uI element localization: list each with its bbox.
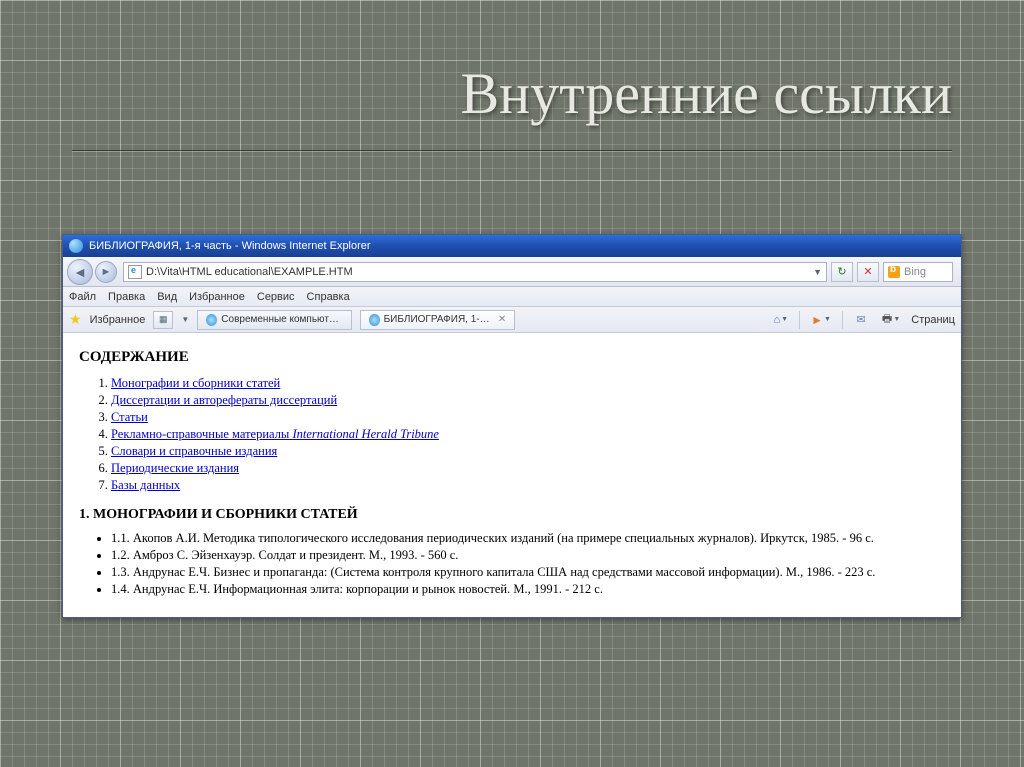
toolbar-divider: [799, 311, 800, 329]
page-menu-label[interactable]: Страниц: [911, 314, 955, 326]
favorites-bar: ★ Избранное ▦ ▼ Современные компьютерн..…: [63, 307, 961, 333]
toc-link-7[interactable]: Базы данных: [111, 478, 180, 492]
refresh-button[interactable]: ↻: [831, 262, 853, 282]
ie-tab-icon: [206, 314, 217, 326]
bibliography-item: 1.1. Акопов А.И. Методика типологическог…: [111, 531, 945, 546]
toc-item: Монографии и сборники статей: [111, 376, 945, 391]
bibliography-item: 1.4. Андрунас Е.Ч. Информационная элита:…: [111, 582, 945, 597]
printer-icon: 🖶: [882, 310, 892, 329]
chevron-down-icon[interactable]: ▼: [893, 316, 900, 323]
contents-heading: СОДЕРЖАНИЕ: [79, 349, 945, 366]
ie-tab-icon: [369, 314, 379, 326]
forward-button[interactable]: ►: [95, 261, 117, 283]
menu-favorites[interactable]: Избранное: [189, 291, 245, 303]
quicktabs-button[interactable]: ▦: [153, 311, 173, 329]
mail-button[interactable]: ✉: [851, 310, 871, 330]
toc-link-6[interactable]: Периодические издания: [111, 461, 239, 475]
tab-close-icon[interactable]: ✕: [498, 314, 506, 325]
browser-window: БИБЛИОГРАФИЯ, 1-я часть - Windows Intern…: [62, 234, 962, 618]
menu-bar: Файл Правка Вид Избранное Сервис Справка: [63, 287, 961, 307]
print-button[interactable]: 🖶 ▼: [879, 310, 903, 330]
chevron-down-icon[interactable]: ▼: [824, 316, 831, 323]
nav-toolbar: ◄ ► D:\Vita\HTML educational\EXAMPLE.HTM…: [63, 257, 961, 287]
refresh-icon: ↻: [837, 265, 846, 278]
tab-bg-label: Современные компьютерн...: [221, 314, 343, 325]
toc-link-2[interactable]: Диссертации и авторефераты диссертаций: [111, 393, 337, 407]
close-icon: ✕: [863, 265, 872, 278]
grid-icon: ▦: [159, 314, 168, 325]
tab-background[interactable]: Современные компьютерн...: [197, 310, 352, 330]
star-icon[interactable]: ★: [69, 311, 82, 328]
address-text: D:\Vita\HTML educational\EXAMPLE.HTM: [146, 266, 353, 278]
bibliography-item: 1.3. Андрунас Е.Ч. Бизнес и пропаганда: …: [111, 565, 945, 580]
toc-link-5[interactable]: Словари и справочные издания: [111, 444, 277, 458]
toc-link-3[interactable]: Статьи: [111, 410, 148, 424]
menu-file[interactable]: Файл: [69, 291, 96, 303]
page-icon: [128, 265, 142, 279]
arrow-right-icon: ►: [101, 266, 112, 278]
toc-item: Периодические издания: [111, 461, 945, 476]
back-button[interactable]: ◄: [67, 259, 93, 285]
title-underline: [72, 150, 952, 152]
toc-item: Базы данных: [111, 478, 945, 493]
address-bar-wrap: D:\Vita\HTML educational\EXAMPLE.HTM ▼ ↻…: [123, 262, 953, 282]
chevron-down-icon[interactable]: ▼: [813, 267, 822, 277]
bing-icon: [888, 266, 900, 278]
toc-item: Словари и справочные издания: [111, 444, 945, 459]
section-1-heading: 1. МОНОГРАФИИ И СБОРНИКИ СТАТЕЙ: [79, 507, 945, 523]
address-bar[interactable]: D:\Vita\HTML educational\EXAMPLE.HTM ▼: [123, 262, 827, 282]
toc-link-4[interactable]: Рекламно-справочные материалы Internatio…: [111, 427, 439, 441]
rss-icon: ►: [811, 313, 823, 327]
ie-logo-icon: [69, 239, 83, 253]
tab-active[interactable]: БИБЛИОГРАФИЯ, 1-я ча... ✕: [360, 310, 515, 330]
toolbar-divider: [842, 311, 843, 329]
window-titlebar: БИБЛИОГРАФИЯ, 1-я часть - Windows Intern…: [63, 235, 961, 257]
toc-item: Статьи: [111, 410, 945, 425]
home-button[interactable]: ⌂ ▼: [771, 310, 792, 330]
menu-tools[interactable]: Сервис: [257, 291, 295, 303]
tab-active-label: БИБЛИОГРАФИЯ, 1-я ча...: [384, 314, 490, 325]
menu-help[interactable]: Справка: [307, 291, 350, 303]
menu-edit[interactable]: Правка: [108, 291, 145, 303]
toc-link-1[interactable]: Монографии и сборники статей: [111, 376, 280, 390]
chevron-down-icon[interactable]: ▼: [181, 315, 189, 324]
toc-item: Рекламно-справочные материалы Internatio…: [111, 427, 945, 442]
mail-icon: ✉: [856, 313, 865, 326]
favorites-label[interactable]: Избранное: [90, 314, 146, 326]
menu-view[interactable]: Вид: [157, 291, 177, 303]
feeds-button[interactable]: ► ▼: [808, 310, 834, 330]
page-content: СОДЕРЖАНИЕ Монографии и сборники статей …: [63, 333, 961, 617]
stop-button[interactable]: ✕: [857, 262, 879, 282]
bibliography-list: 1.1. Акопов А.И. Методика типологическог…: [111, 531, 945, 597]
search-box[interactable]: Bing: [883, 262, 953, 282]
toc-item: Диссертации и авторефераты диссертаций: [111, 393, 945, 408]
home-icon: ⌂: [774, 314, 781, 326]
window-title-text: БИБЛИОГРАФИЯ, 1-я часть - Windows Intern…: [89, 240, 371, 252]
arrow-left-icon: ◄: [73, 264, 87, 280]
chevron-down-icon[interactable]: ▼: [781, 316, 788, 323]
toc-list: Монографии и сборники статей Диссертации…: [111, 376, 945, 493]
bibliography-item: 1.2. Амброз С. Эйзенхауэр. Солдат и през…: [111, 548, 945, 563]
slide-title: Внутренние ссылки: [461, 60, 953, 127]
search-engine-label: Bing: [904, 266, 926, 278]
